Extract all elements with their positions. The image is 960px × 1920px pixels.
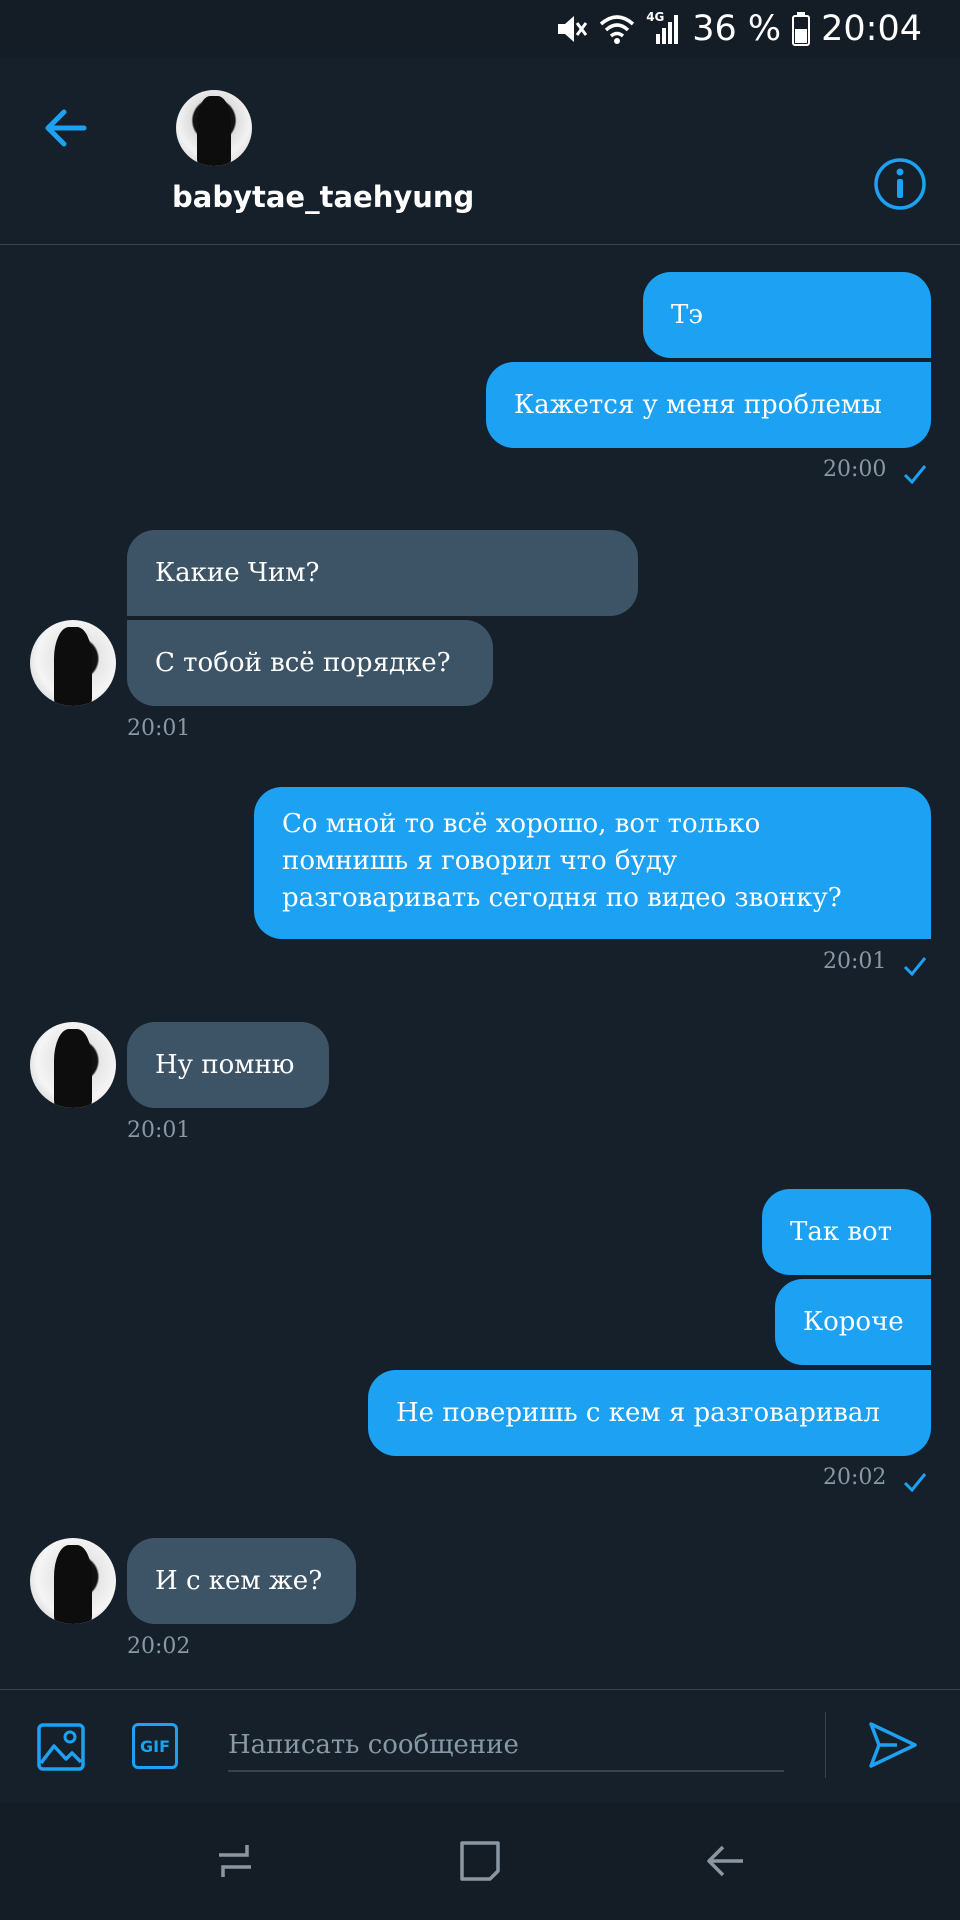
avatar[interactable] <box>30 1022 116 1108</box>
battery-icon <box>792 12 811 46</box>
back-icon[interactable] <box>701 1837 749 1885</box>
message-timestamp: 20:02 <box>127 1634 191 1659</box>
message-text-line: помнишь я говорил что буду <box>282 846 678 876</box>
gif-label: GIF <box>139 1736 170 1756</box>
composer-divider <box>825 1712 826 1778</box>
system-nav-bar <box>0 1803 960 1920</box>
conversation-username[interactable]: babytae_taehyung <box>172 180 474 214</box>
message-text: И с кем же? <box>155 1565 323 1596</box>
message-timestamp: 20:01 <box>127 716 191 741</box>
avatar[interactable] <box>176 90 252 166</box>
message-bubble-incoming[interactable]: Какие Чим? <box>127 530 638 616</box>
message-text: Тэ <box>671 299 703 330</box>
avatar[interactable] <box>30 1538 116 1624</box>
message-text: Короче <box>803 1306 904 1337</box>
message-text-line: Со мной то всё хорошо, вот только <box>282 809 761 839</box>
message-bubble-outgoing[interactable]: Тэ <box>643 272 931 358</box>
avatar[interactable] <box>30 620 116 706</box>
message-text: Какие Чим? <box>155 557 320 588</box>
message-bubble-incoming[interactable]: С тобой всё порядке? <box>127 620 493 706</box>
send-icon[interactable] <box>867 1719 919 1771</box>
message-text: Не поверишь с кем я разговаривал <box>396 1397 880 1428</box>
message-list: Тэ Кажется у меня проблемы 20:00 Какие Ч… <box>0 245 960 1689</box>
message-timestamp: 20:01 <box>127 1118 191 1143</box>
image-icon[interactable] <box>36 1722 86 1772</box>
clock: 20:04 <box>821 9 922 49</box>
status-icons: 4G 36 % 20:04 <box>554 4 922 54</box>
mute-icon <box>558 16 588 42</box>
message-bubble-outgoing[interactable]: Со мной то всё хорошо, вот только помниш… <box>254 787 931 939</box>
wifi-icon <box>600 15 635 44</box>
message-bubble-incoming[interactable]: И с кем же? <box>127 1538 356 1624</box>
message-text: Так вот <box>790 1216 893 1247</box>
message-composer: GIF <box>0 1689 960 1804</box>
message-timestamp: 20:01 <box>823 949 887 974</box>
message-bubble-outgoing[interactable]: Не поверишь с кем я разговаривал <box>368 1370 931 1456</box>
message-bubble-incoming[interactable]: Ну помню <box>127 1022 329 1108</box>
home-icon[interactable] <box>456 1837 504 1885</box>
message-text-line: разговаривать сегодня по видео звонку? <box>282 883 842 913</box>
message-text: С тобой всё порядке? <box>155 647 451 678</box>
message-text: Кажется у меня проблемы <box>514 389 882 420</box>
read-check-icon <box>903 957 927 977</box>
signal-4g-icon: 4G <box>646 10 682 46</box>
message-timestamp: 20:02 <box>823 1465 887 1490</box>
message-text: Ну помню <box>155 1049 295 1080</box>
message-bubble-outgoing[interactable]: Короче <box>775 1279 931 1365</box>
message-timestamp: 20:00 <box>823 457 887 482</box>
back-arrow-icon[interactable] <box>40 100 96 156</box>
conversation-header: babytae_taehyung <box>0 58 960 245</box>
gif-button[interactable]: GIF <box>132 1723 178 1769</box>
read-check-icon <box>903 1473 927 1493</box>
status-bar: 4G 36 % 20:04 <box>0 0 960 58</box>
info-icon[interactable] <box>872 156 928 212</box>
read-check-icon <box>903 465 927 485</box>
message-bubble-outgoing[interactable]: Кажется у меня проблемы <box>486 362 931 448</box>
message-bubble-outgoing[interactable]: Так вот <box>762 1189 931 1275</box>
recent-apps-icon[interactable] <box>211 1837 259 1885</box>
battery-percent: 36 % <box>692 9 782 49</box>
message-input[interactable] <box>228 1720 784 1772</box>
